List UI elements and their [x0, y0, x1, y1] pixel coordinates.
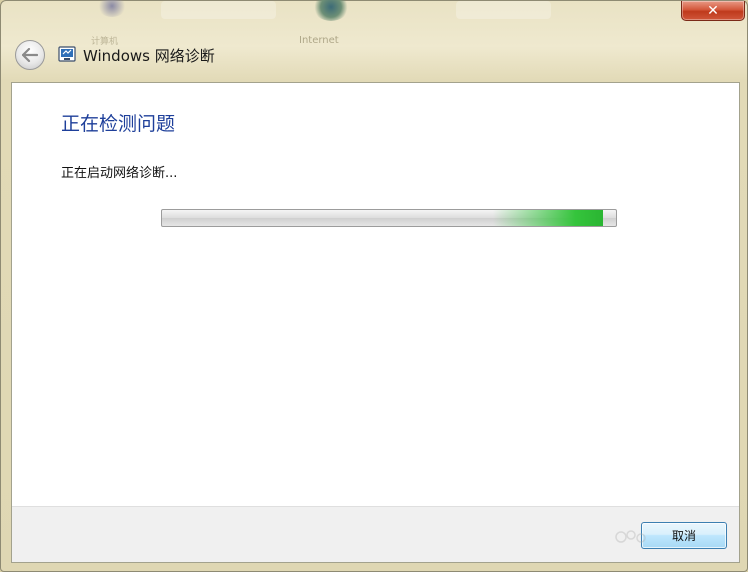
close-button[interactable]: ✕	[681, 1, 745, 21]
status-text: 正在启动网络诊断...	[61, 166, 178, 181]
window-frame: 计算机 Internet ✕ Windows 网络诊断 正在检测问题 正在启动网…	[0, 0, 748, 572]
desktop-label-internet: Internet	[299, 35, 339, 46]
content-panel: 正在检测问题 正在启动网络诊断... 取消	[11, 82, 740, 563]
back-button[interactable]	[15, 40, 45, 70]
internet-globe-icon	[313, 0, 349, 21]
window-title: Windows 网络诊断	[83, 47, 215, 65]
watermark-logo	[615, 530, 646, 543]
page-heading: 正在检测问题	[61, 113, 176, 135]
background-blur	[161, 1, 276, 19]
close-icon: ✕	[707, 2, 719, 19]
computer-icon	[97, 0, 127, 17]
network-diagnostics-icon	[58, 46, 76, 62]
progress-bar	[161, 209, 617, 227]
background-blur	[456, 1, 551, 19]
progress-bar-glow	[492, 210, 603, 226]
back-arrow-icon	[22, 48, 38, 62]
